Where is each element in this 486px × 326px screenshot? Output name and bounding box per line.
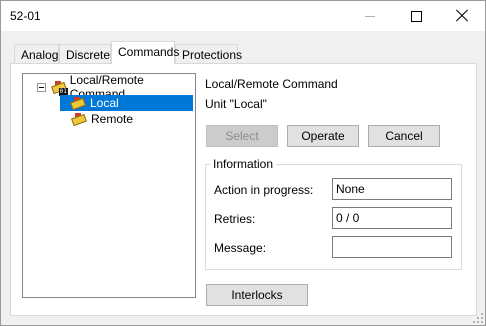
command-item-icon bbox=[71, 112, 87, 127]
select-button[interactable]: Select bbox=[206, 125, 278, 147]
message-label: Message: bbox=[214, 241, 267, 255]
action-in-progress-label: Action in progress: bbox=[214, 183, 314, 197]
command-title: Local/Remote Command bbox=[205, 77, 338, 91]
retries-label: Retries: bbox=[214, 212, 256, 226]
command-item-icon bbox=[70, 96, 86, 111]
tree-node-remote[interactable]: Remote bbox=[71, 111, 133, 127]
collapse-icon[interactable] bbox=[37, 82, 46, 92]
minimize-icon bbox=[365, 15, 375, 17]
title-bar[interactable]: 52-01 bbox=[1, 1, 485, 31]
tree-node-label: Local bbox=[90, 96, 119, 110]
information-legend: Information bbox=[210, 157, 277, 171]
maximize-icon bbox=[410, 10, 422, 22]
resize-grip[interactable] bbox=[473, 313, 483, 323]
message-field[interactable] bbox=[332, 236, 452, 258]
tab-analog[interactable]: Analog bbox=[14, 44, 59, 64]
command-icon: 01 bbox=[50, 80, 68, 96]
unit-label: Unit "Local" bbox=[205, 97, 267, 111]
minimize-button[interactable] bbox=[347, 1, 393, 31]
tab-protections[interactable]: Protections bbox=[175, 44, 242, 64]
operate-button[interactable]: Operate bbox=[287, 125, 359, 147]
tab-discrete[interactable]: Discrete bbox=[59, 44, 111, 64]
dialog-window: 52-01 Analog Discrete Commands Protectio… bbox=[0, 0, 486, 326]
interlocks-button[interactable]: Interlocks bbox=[206, 284, 308, 306]
cancel-button[interactable]: Cancel bbox=[368, 125, 440, 147]
close-icon bbox=[456, 10, 468, 22]
action-in-progress-field[interactable]: None bbox=[332, 178, 452, 200]
tree-node-local-remote-command[interactable]: 01 Local/Remote Command bbox=[37, 73, 195, 101]
tree-node-local[interactable]: Local bbox=[60, 95, 193, 111]
command-tree[interactable]: 01 Local/Remote Command Local Remote bbox=[22, 73, 196, 298]
tree-node-label: Remote bbox=[91, 112, 134, 126]
close-button[interactable] bbox=[439, 1, 485, 31]
maximize-button[interactable] bbox=[393, 1, 439, 31]
tab-commands[interactable]: Commands bbox=[111, 41, 179, 64]
window-title: 52-01 bbox=[10, 9, 41, 23]
retries-field[interactable]: 0 / 0 bbox=[332, 207, 452, 229]
